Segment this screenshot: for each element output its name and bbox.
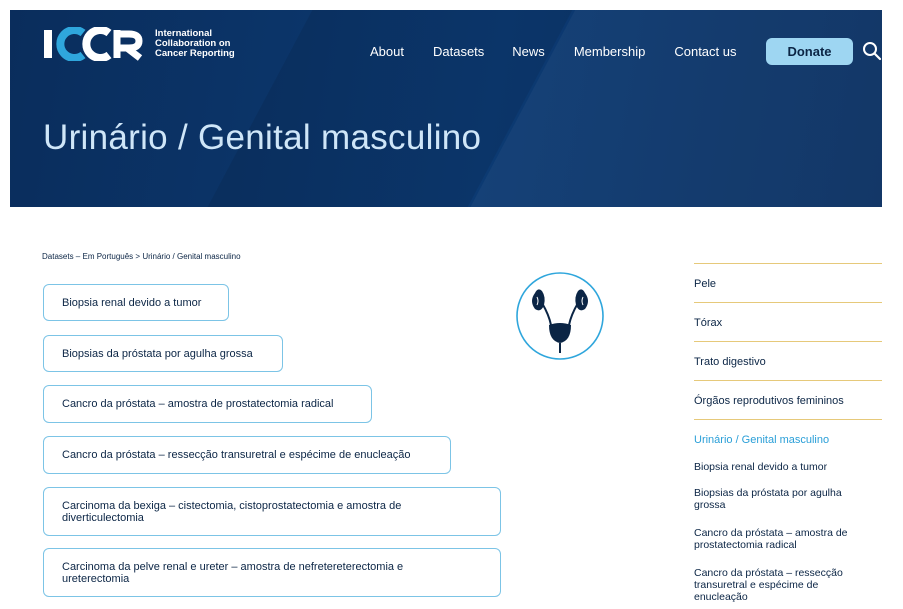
logo-wordmark (43, 27, 147, 61)
sidebar-subitem[interactable]: Biopsia renal devido a tumor (694, 461, 874, 473)
sidebar-subitem[interactable]: Cancro da próstata – amostra de prostate… (694, 527, 874, 551)
page-title: Urinário / Genital masculino (43, 118, 482, 157)
dataset-link[interactable]: Cancro da próstata – amostra de prostate… (43, 385, 372, 423)
search-button[interactable] (862, 41, 882, 61)
sidebar-divider (694, 302, 882, 303)
sidebar-subitem[interactable]: Cancro da próstata – ressecção transuret… (694, 567, 874, 603)
category-illustration (515, 271, 605, 361)
nav-membership[interactable]: Membership (574, 44, 646, 59)
sidebar-divider (694, 263, 882, 264)
logo-icon (44, 27, 143, 61)
breadcrumb-current: Urinário / Genital masculino (142, 252, 241, 261)
sidebar-divider (694, 380, 882, 381)
dataset-link[interactable]: Carcinoma da bexiga – cistectomia, cisto… (43, 487, 501, 536)
nav-datasets[interactable]: Datasets (433, 44, 484, 59)
dataset-link[interactable]: Carcinoma da pelve renal e ureter – amos… (43, 548, 501, 597)
iccr-logo[interactable]: International Collaboration on Cancer Re… (43, 27, 235, 61)
breadcrumb-em-portugues[interactable]: Em Português (82, 252, 133, 261)
sidebar-divider (694, 341, 882, 342)
sidebar-item-orgaos-reprodutivos-femininos[interactable]: Órgãos reprodutivos femininos (694, 395, 844, 407)
sidebar-item-pele[interactable]: Pele (694, 278, 716, 290)
breadcrumb: Datasets – Em Português > Urinário / Gen… (42, 252, 241, 261)
sidebar-item-trato-digestivo[interactable]: Trato digestivo (694, 356, 766, 368)
nav-about[interactable]: About (370, 44, 404, 59)
breadcrumb-separator: > (133, 252, 143, 261)
sidebar-divider (694, 419, 882, 420)
urinary-system-icon (516, 272, 604, 360)
sidebar-item-torax[interactable]: Tórax (694, 317, 722, 329)
breadcrumb-datasets[interactable]: Datasets (42, 252, 74, 261)
page-header: International Collaboration on Cancer Re… (10, 10, 882, 207)
dataset-link[interactable]: Cancro da próstata – ressecção transuret… (43, 436, 451, 474)
main-nav: About Datasets News Membership Contact u… (370, 44, 737, 59)
sidebar-item-urinario-genital-masculino[interactable]: Urinário / Genital masculino (694, 434, 829, 446)
logo-text: International Collaboration on Cancer Re… (155, 28, 235, 59)
nav-contact-us[interactable]: Contact us (674, 44, 736, 59)
dataset-link[interactable]: Biopsias da próstata por agulha grossa (43, 335, 283, 372)
search-icon (863, 42, 882, 61)
sidebar-subitem[interactable]: Biopsias da próstata por agulha grossa (694, 487, 874, 511)
dataset-link[interactable]: Biopsia renal devido a tumor (43, 284, 229, 321)
donate-button[interactable]: Donate (766, 38, 853, 65)
nav-news[interactable]: News (512, 44, 545, 59)
